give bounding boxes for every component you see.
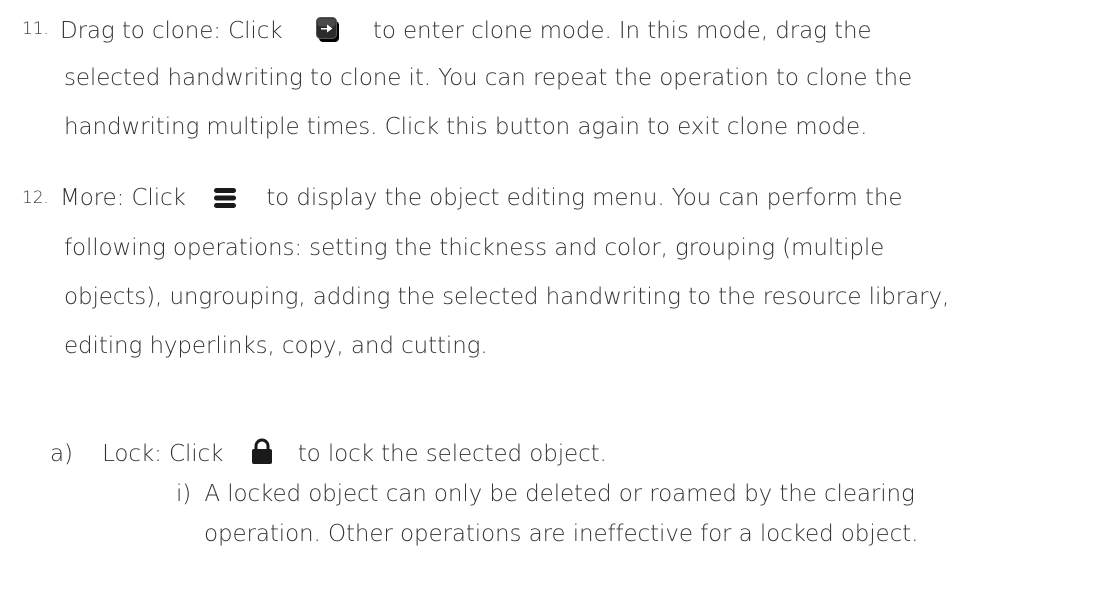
item-12-line-2: following operations: setting the thickn… (64, 235, 885, 261)
item-11-number: 11. (22, 19, 49, 39)
sub-item-a-label: Lock: (102, 441, 162, 467)
lock-icon (251, 438, 273, 464)
item-12-number: 12. (22, 188, 49, 208)
sub-item-i-text-1: A locked object can only be deleted or r… (204, 481, 915, 507)
sub-item-a-marker: a) (50, 441, 73, 467)
sub-item-a-after-icon: to lock the selected object. (297, 441, 607, 467)
item-11-line-1: 11. Drag to clone: Click to enter clone … (22, 14, 1082, 46)
item-12-line-3: objects), ungrouping, adding the selecte… (64, 284, 950, 310)
item-12-click-word: Click (131, 185, 186, 211)
item-11-click-word: Click (228, 18, 283, 44)
item-12-after-icon: to display the object editing menu. You … (266, 185, 903, 211)
clone-icon (315, 16, 340, 43)
sub-item-i-marker: i) (176, 481, 192, 507)
item-11-line-2: selected handwriting to clone it. You ca… (64, 65, 913, 91)
item-12-line-4: editing hyperlinks, copy, and cutting. (64, 333, 488, 359)
menu-icon (213, 186, 237, 208)
sub-item-a-click-word: Click (169, 441, 224, 467)
sub-item-a-line: a) Lock: Click to lock the selected obje… (50, 438, 607, 469)
item-11-after-icon: to enter clone mode. In this mode, drag … (372, 18, 872, 44)
item-11-label: Drag to clone: (59, 18, 221, 44)
item-12-label: More: (59, 185, 125, 211)
item-11-line-3: handwriting multiple times. Click this b… (64, 114, 868, 140)
sub-item-i-line-1: i) A locked object can only be deleted o… (176, 479, 915, 509)
item-12-line-1: 12. More: Click to display the object ed… (22, 183, 902, 213)
sub-item-i-line-2: operation. Other operations are ineffect… (204, 521, 919, 547)
